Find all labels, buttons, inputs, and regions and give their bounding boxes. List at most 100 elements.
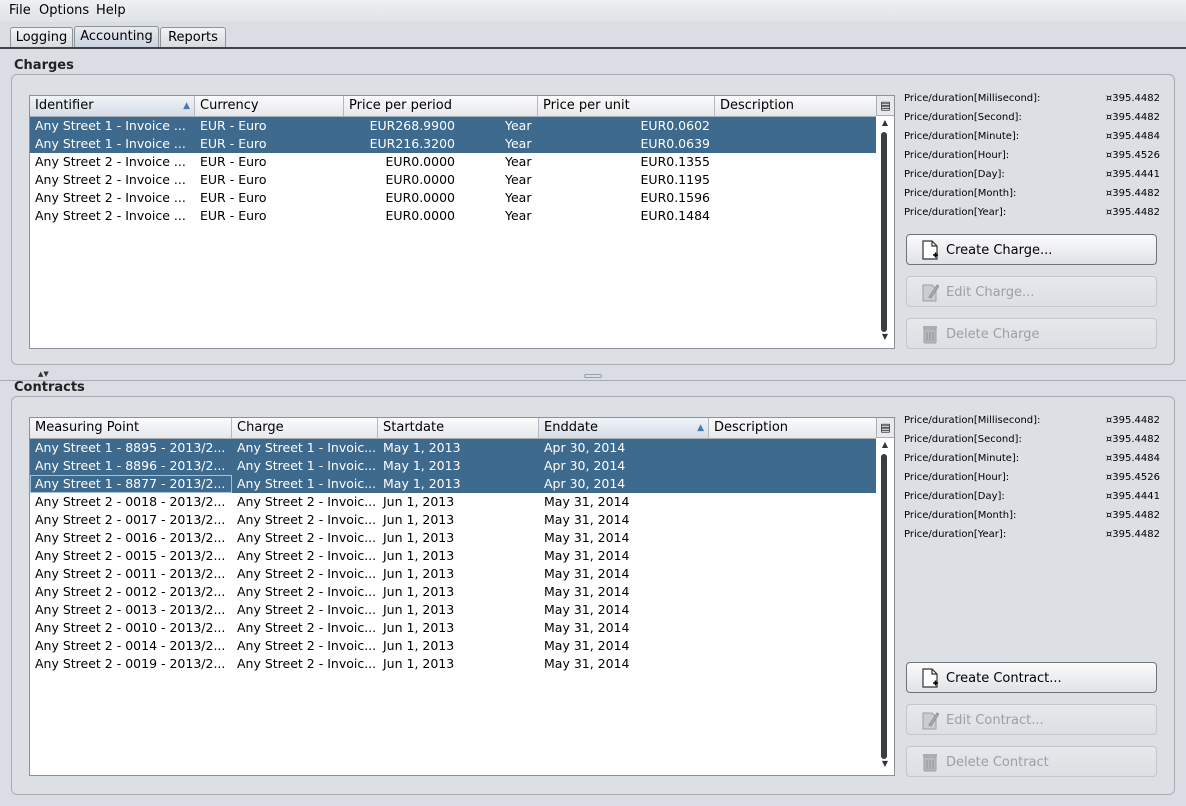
delete-charge-button[interactable]: Delete Charge [906, 318, 1157, 349]
column-header-description[interactable]: Description [709, 418, 878, 438]
delete-contract-button[interactable]: Delete Contract [906, 746, 1157, 777]
scrollbar-thumb[interactable] [881, 454, 887, 759]
price-duration-label: Price/duration[Month]: [904, 510, 1017, 521]
contract-row[interactable]: Any Street 2 - 0017 - 2013/2... Any Stree… [30, 511, 876, 529]
price-duration-value: ¤395.4482 [1105, 112, 1160, 123]
cell-price-per-unit: EUR0.0602 [640, 118, 710, 133]
contract-row[interactable]: Any Street 2 - 0011 - 2013/2... Any Stree… [30, 565, 876, 583]
contract-row[interactable]: Any Street 2 - 0010 - 2013/2... Any Stree… [30, 619, 876, 637]
price-duration-row: Price/duration[Minute]: ¤395.4484 [904, 127, 1160, 146]
cell-currency: EUR - Euro [200, 118, 267, 133]
column-header-price-per-period[interactable]: Price per period [344, 96, 538, 116]
splitter-arrows-icon[interactable]: ▲▼ [38, 370, 49, 378]
price-duration-value: ¤395.4482 [1105, 188, 1160, 199]
price-duration-row: Price/duration[Year]: ¤395.4482 [904, 525, 1160, 544]
cell-measuring-point: Any Street 2 - 0012 - 2013/2... [35, 584, 226, 599]
tab-reports[interactable]: Reports [160, 27, 226, 47]
column-header-description[interactable]: Description [715, 96, 878, 116]
price-duration-row: Price/duration[Hour]: ¤395.4526 [904, 146, 1160, 165]
scroll-up-arrow-icon[interactable]: ▲ [876, 440, 894, 454]
charge-row[interactable]: Any Street 1 - Invoice ... EUR - Euro EUR2… [30, 135, 876, 153]
scroll-down-arrow-icon[interactable]: ▼ [876, 759, 894, 773]
cell-price-per-unit: EUR0.0639 [640, 136, 710, 151]
trash-can-icon [923, 326, 937, 344]
cell-enddate: May 31, 2014 [544, 584, 630, 599]
menu-file[interactable]: File [9, 3, 31, 18]
tab-logging[interactable]: Logging [10, 27, 73, 47]
charges-table[interactable]: Identifier ▲ Currency Price per period Pr… [29, 95, 895, 349]
cell-description [709, 637, 878, 655]
cell-startdate: Jun 1, 2013 [383, 548, 455, 563]
price-duration-row: Price/duration[Hour]: ¤395.4526 [904, 468, 1160, 487]
contract-row[interactable]: Any Street 2 - 0014 - 2013/2... Any Stree… [30, 637, 876, 655]
scroll-down-arrow-icon[interactable]: ▼ [876, 332, 894, 346]
column-chooser-icon[interactable]: ▤ [876, 418, 894, 438]
cell-price-per-period: EUR268.9900 [369, 118, 455, 133]
price-duration-label: Price/duration[Hour]: [904, 472, 1010, 483]
column-header-measuring-point[interactable]: Measuring Point [30, 418, 232, 438]
cell-enddate: May 31, 2014 [544, 530, 630, 545]
sort-ascending-icon: ▲ [183, 101, 190, 111]
contract-row[interactable]: Any Street 2 - 0019 - 2013/2... Any Stree… [30, 655, 876, 673]
cell-measuring-point: Any Street 2 - 0011 - 2013/2... [35, 566, 226, 581]
tab-accounting[interactable]: Accounting [74, 26, 159, 48]
contract-row[interactable]: Any Street 2 - 0012 - 2013/2... Any Stree… [30, 583, 876, 601]
price-duration-row: Price/duration[Day]: ¤395.4441 [904, 165, 1160, 184]
charges-scrollbar[interactable]: ▲ ▼ [876, 116, 894, 348]
cell-enddate: Apr 30, 2014 [544, 458, 626, 473]
charge-row[interactable]: Any Street 2 - Invoice ... EUR - Euro EUR0… [30, 189, 876, 207]
panel-splitter[interactable]: ▲▼ [0, 370, 1186, 381]
charges-title: Charges [14, 58, 74, 73]
price-duration-value: ¤395.4482 [1105, 207, 1160, 218]
cell-charge: Any Street 1 - Invoic... [237, 476, 377, 491]
create-charge-button[interactable]: Create Charge... [906, 234, 1157, 265]
price-duration-label: Price/duration[Second]: [904, 112, 1022, 123]
column-header-currency[interactable]: Currency [195, 96, 344, 116]
splitter-grip-icon[interactable] [584, 374, 602, 378]
create-contract-button[interactable]: Create Contract... [906, 662, 1157, 693]
charge-row[interactable]: Any Street 2 - Invoice ... EUR - Euro EUR0… [30, 153, 876, 171]
cell-startdate: Jun 1, 2013 [383, 566, 455, 581]
contract-row[interactable]: Any Street 2 - 0018 - 2013/2... Any Stree… [30, 493, 876, 511]
scrollbar-thumb[interactable] [881, 132, 887, 332]
price-duration-row: Price/duration[Month]: ¤395.4482 [904, 506, 1160, 525]
menu-help[interactable]: Help [96, 3, 126, 18]
contracts-table[interactable]: Measuring Point Charge Startdate Enddate… [29, 417, 895, 776]
cell-description [709, 439, 878, 457]
contracts-table-header: Measuring Point Charge Startdate Enddate… [30, 418, 878, 439]
menu-options[interactable]: Options [39, 3, 89, 18]
column-header-charge[interactable]: Charge [232, 418, 378, 438]
contract-row[interactable]: Any Street 2 - 0016 - 2013/2... Any Stree… [30, 529, 876, 547]
charge-row[interactable]: Any Street 2 - Invoice ... EUR - Euro EUR0… [30, 207, 876, 225]
column-chooser-icon[interactable]: ▤ [876, 96, 894, 116]
scroll-up-arrow-icon[interactable]: ▲ [876, 118, 894, 132]
splitter-line [0, 380, 1186, 381]
charge-row[interactable]: Any Street 2 - Invoice ... EUR - Euro EUR0… [30, 171, 876, 189]
contract-row[interactable]: Any Street 2 - 0015 - 2013/2... Any Stree… [30, 547, 876, 565]
column-header-identifier[interactable]: Identifier ▲ [30, 96, 195, 116]
contract-row[interactable]: Any Street 1 - 8895 - 2013/2... Any Stree… [30, 439, 876, 457]
contracts-scrollbar[interactable]: ▲ ▼ [876, 438, 894, 775]
cell-enddate: May 31, 2014 [544, 548, 630, 563]
charge-row[interactable]: Any Street 1 - Invoice ... EUR - Euro EUR2… [30, 117, 876, 135]
cell-measuring-point: Any Street 2 - 0016 - 2013/2... [35, 530, 226, 545]
column-header-price-per-unit[interactable]: Price per unit [538, 96, 715, 116]
price-duration-row: Price/duration[Month]: ¤395.4482 [904, 184, 1160, 203]
edit-contract-button[interactable]: Edit Contract... [906, 704, 1157, 735]
column-header-enddate[interactable]: Enddate ▲ [539, 418, 709, 438]
cell-currency: EUR - Euro [200, 154, 267, 169]
cell-charge: Any Street 2 - Invoic... [237, 638, 377, 653]
column-header-startdate[interactable]: Startdate [378, 418, 539, 438]
cell-description [715, 189, 878, 207]
contract-row[interactable]: Any Street 2 - 0013 - 2013/2... Any Stree… [30, 601, 876, 619]
edit-pencil-icon [922, 284, 939, 302]
edit-charge-button[interactable]: Edit Charge... [906, 276, 1157, 307]
cell-measuring-point: Any Street 2 - 0019 - 2013/2... [35, 656, 226, 671]
price-duration-label: Price/duration[Year]: [904, 207, 1007, 218]
cell-startdate: Jun 1, 2013 [383, 584, 455, 599]
contract-row[interactable]: Any Street 1 - 8877 - 2013/2... Any Stree… [30, 475, 876, 493]
new-document-icon [922, 240, 938, 260]
cell-identifier: Any Street 2 - Invoice ... [35, 154, 186, 169]
cell-startdate: Jun 1, 2013 [383, 620, 455, 635]
contract-row[interactable]: Any Street 1 - 8896 - 2013/2... Any Stree… [30, 457, 876, 475]
